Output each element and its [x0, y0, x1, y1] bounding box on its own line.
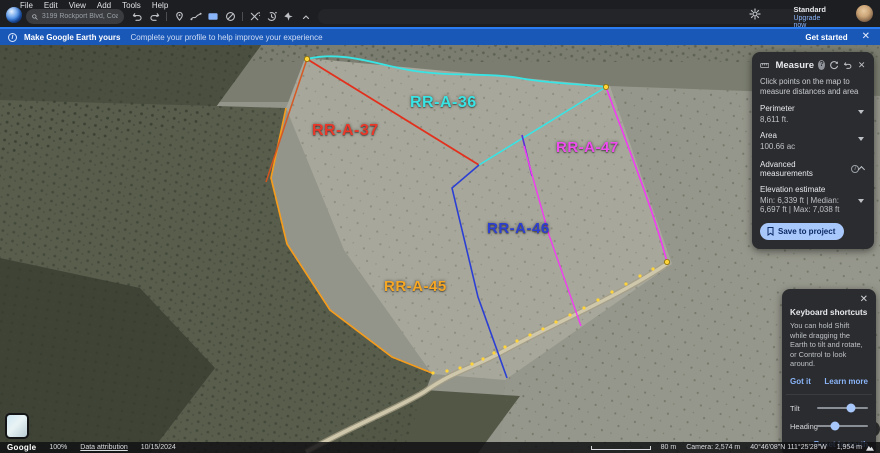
- tilt-control: Tilt: [790, 404, 868, 413]
- advanced-label: Advanced measurements: [760, 160, 848, 178]
- profile-banner: i Make Google Earth yours Complete your …: [0, 29, 880, 45]
- measure-instruction: Click points on the map to measure dista…: [760, 77, 866, 97]
- measure-panel: Measure ? ✕ Click points on the map to m…: [752, 52, 874, 249]
- area-unit-dropdown-icon[interactable]: [858, 137, 864, 141]
- perimeter-label: Perimeter: [760, 104, 866, 113]
- banner-title: Make Google Earth yours: [24, 33, 120, 42]
- settings-gear-icon[interactable]: [748, 7, 762, 21]
- undo-icon[interactable]: [130, 9, 144, 24]
- tilt-label: Tilt: [790, 404, 817, 413]
- learn-more-button[interactable]: Learn more: [824, 377, 868, 386]
- header-inactive-field: [318, 9, 805, 24]
- keyboard-shortcuts-popup: ✕ Keyboard shortcuts You can hold Shift …: [782, 289, 876, 453]
- camera-altitude: Camera: 2,574 m: [686, 444, 740, 451]
- imagery-zoom-level: 100%: [49, 444, 67, 451]
- heading-control: Heading: [790, 422, 868, 431]
- placemark-icon[interactable]: [172, 9, 186, 24]
- status-bar: Google 100% Data attribution 10/15/2024 …: [0, 442, 880, 453]
- banner-subtitle: Complete your profile to help improve yo…: [130, 33, 322, 42]
- imagery-date: 10/15/2024: [141, 444, 176, 451]
- plan-status[interactable]: Standard Upgrade now: [793, 5, 826, 29]
- measure-panel-title: Measure: [775, 60, 814, 71]
- google-earth-window: RR-A-37 RR-A-36 RR-A-47 RR-A-46 RR-A-45 …: [0, 0, 880, 453]
- search-input[interactable]: 3199 Rockport Blvd, Coalville, UT: [26, 9, 124, 24]
- scale-label: 80 m: [661, 444, 677, 451]
- tilt-slider[interactable]: [817, 407, 868, 409]
- cursor-elevation: 1,954 m: [837, 444, 862, 451]
- undo-measure-icon[interactable]: [843, 59, 853, 71]
- slides-icon[interactable]: [206, 9, 220, 24]
- area-label: Area: [760, 131, 866, 140]
- heading-label: Heading: [790, 422, 817, 431]
- close-measure-icon[interactable]: ✕: [857, 59, 866, 71]
- voyager-icon[interactable]: [223, 9, 237, 24]
- get-started-button[interactable]: Get started: [805, 33, 847, 42]
- popup-close-icon[interactable]: ✕: [790, 295, 868, 305]
- save-to-project-button[interactable]: Save to project: [760, 223, 844, 240]
- area-value: 100.66 ac: [760, 142, 866, 151]
- shortcuts-title: Keyboard shortcuts: [790, 308, 868, 317]
- path-icon[interactable]: [189, 9, 203, 24]
- shortcuts-body: You can hold Shift while dragging the Ea…: [790, 321, 868, 369]
- area-row: Area 100.66 ac: [760, 131, 866, 151]
- user-avatar[interactable]: [856, 5, 873, 22]
- info-icon: i: [8, 33, 17, 42]
- plan-name: Standard: [793, 5, 826, 14]
- terrain-graphic: [0, 0, 880, 453]
- collapse-toolbar-icon[interactable]: [299, 9, 313, 24]
- perimeter-unit-dropdown-icon[interactable]: [858, 110, 864, 114]
- preview-thumbnail[interactable]: [5, 413, 29, 439]
- scale-bar: [591, 446, 651, 450]
- google-wordmark: Google: [7, 443, 36, 452]
- ruler-icon: [760, 61, 769, 70]
- heading-slider-thumb[interactable]: [830, 422, 839, 431]
- toolbar-separator: [166, 12, 167, 21]
- loading-progress-bar: [0, 27, 880, 29]
- elevation-label: Elevation estimate: [760, 185, 866, 194]
- perimeter-row: Perimeter 8,611 ft.: [760, 104, 866, 124]
- feeling-lucky-icon[interactable]: [282, 9, 296, 24]
- help-icon[interactable]: ?: [818, 60, 825, 70]
- toolbar: [130, 8, 313, 25]
- terrain-icon: [866, 444, 874, 451]
- cursor-coordinates: 40°46'08"N 111°25'28"W: [750, 444, 826, 451]
- banner-close-icon[interactable]: ✕: [862, 32, 870, 42]
- elevation-value: Min: 6,339 ft | Median: 6,697 ft | Max: …: [760, 196, 866, 214]
- elevation-unit-dropdown-icon[interactable]: [858, 199, 864, 203]
- search-icon: [32, 13, 38, 21]
- measure-icon[interactable]: [248, 9, 262, 24]
- app-header: File Edit View Add Tools Help 3199 Rockp…: [0, 0, 880, 28]
- got-it-button[interactable]: Got it: [790, 377, 811, 386]
- menu-file[interactable]: File: [20, 1, 33, 10]
- toolbar-separator: [242, 12, 243, 21]
- bookmark-icon: [767, 227, 774, 236]
- historical-imagery-icon[interactable]: [265, 9, 279, 24]
- refresh-icon[interactable]: [829, 59, 839, 71]
- search-placeholder: 3199 Rockport Blvd, Coalville, UT: [42, 13, 118, 20]
- chevron-up-icon: [858, 166, 865, 173]
- map-canvas[interactable]: RR-A-37 RR-A-36 RR-A-47 RR-A-46 RR-A-45: [0, 0, 880, 453]
- data-attribution-link[interactable]: Data attribution: [80, 444, 127, 451]
- redo-icon[interactable]: [147, 9, 161, 24]
- google-earth-logo[interactable]: [6, 7, 22, 23]
- tilt-slider-thumb[interactable]: [847, 404, 856, 413]
- perimeter-value: 8,611 ft.: [760, 115, 866, 124]
- advanced-measurements-toggle[interactable]: Advanced measurements i: [760, 160, 866, 178]
- heading-slider[interactable]: [817, 425, 868, 427]
- elevation-row: Elevation estimate Min: 6,339 ft | Media…: [760, 185, 866, 214]
- popup-divider: [786, 394, 872, 395]
